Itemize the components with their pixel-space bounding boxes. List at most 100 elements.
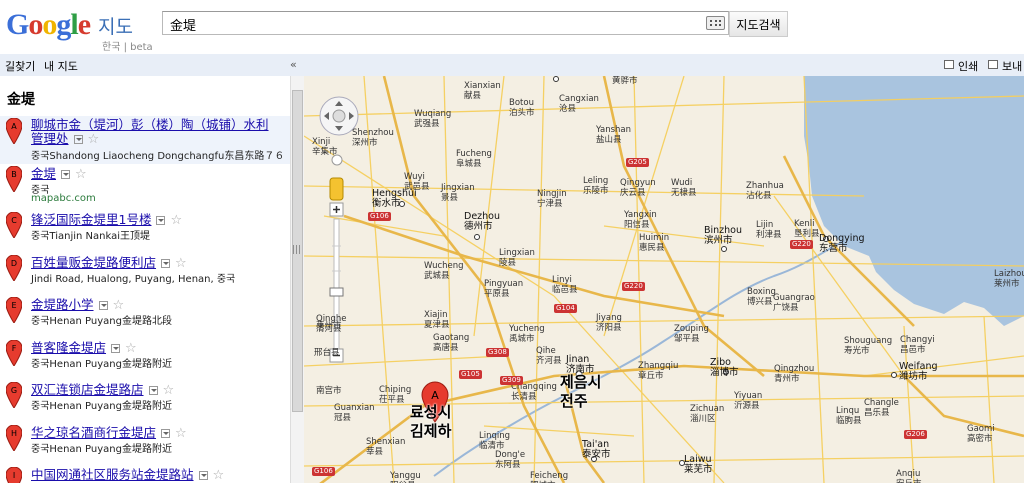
city-local-name: 泰安市 [582, 449, 611, 460]
zoom-slider-handle[interactable] [329, 287, 344, 297]
logo-product: 지도 [98, 16, 133, 38]
result-source-link[interactable]: mapabc.com [31, 193, 96, 204]
city-local-name: 冠县 [334, 413, 352, 423]
star-icon[interactable]: ☆ [125, 341, 137, 356]
result-title[interactable]: 普客隆金堤店 ☆ [31, 340, 137, 356]
star-icon[interactable]: ☆ [75, 167, 87, 182]
result-address: 중국Henan Puyang金堤路北段 [31, 316, 172, 327]
directions-link[interactable]: 길찾기 [5, 58, 35, 74]
city-local-name: 莱芜市 [684, 464, 713, 475]
my-maps-link[interactable]: 내 지도 [44, 58, 78, 74]
collapse-panel-icon[interactable]: « [290, 58, 297, 71]
result-title[interactable]: 聊城市金（堤河）彭（楼）陶（城铺）水利 [31, 117, 269, 132]
logo-letter: G [6, 8, 29, 41]
query-title: 金堤 [7, 92, 35, 108]
result-item-d[interactable]: D 百姓量贩金堤路便利店 ☆ Jindi Road, Hualong, Puyan… [0, 253, 290, 293]
send-link[interactable]: 보내 [1002, 58, 1022, 74]
options-dropdown-icon[interactable] [161, 259, 171, 268]
result-title[interactable]: 锋泛国际金堤里1号楼 ☆ [31, 212, 182, 228]
star-icon[interactable]: ☆ [175, 426, 187, 441]
options-dropdown-icon[interactable] [111, 344, 121, 353]
options-dropdown-icon[interactable] [73, 135, 83, 144]
marker-icon: A [6, 118, 22, 144]
city-name: Gaomi [967, 424, 995, 434]
result-item-g[interactable]: G 双汇连锁店金堤路店 ☆ 중국Henan Puyang金堤路附近 [0, 380, 290, 420]
city-local-name: 高密市 [967, 434, 993, 444]
keyboard-icon[interactable] [706, 16, 725, 30]
options-dropdown-icon[interactable] [148, 386, 158, 395]
result-item-f[interactable]: F 普客隆金堤店 ☆ 중국Henan Puyang金堤路附近 [0, 338, 290, 378]
email-icon[interactable] [988, 60, 998, 69]
bohai-sea [804, 76, 1024, 326]
options-dropdown-icon[interactable] [98, 301, 108, 310]
highway-shield: G220 [622, 282, 645, 291]
result-title-line2[interactable]: 管理处 ☆ [31, 131, 99, 147]
city-local-name: 博兴县 [747, 297, 773, 307]
print-icon[interactable] [944, 60, 954, 69]
city-local-name: 临朐县 [836, 416, 862, 426]
star-icon[interactable]: ☆ [170, 213, 182, 228]
city-name: Shouguang [844, 336, 893, 346]
result-item-c[interactable]: C 锋泛国际金堤里1号楼 ☆ 중국Tianjin Nankai王顶堤 [0, 210, 290, 250]
star-icon[interactable]: ☆ [88, 132, 100, 147]
result-item-b[interactable]: B 金堤 ☆ 중국 mapabc.com [0, 164, 290, 206]
results-scrollbar[interactable] [290, 76, 304, 483]
search-box[interactable] [162, 11, 729, 35]
options-dropdown-icon[interactable] [198, 471, 208, 480]
city-label: Qingyun 庆云县 [620, 178, 656, 198]
svg-text:D: D [11, 259, 17, 268]
search-input[interactable] [168, 14, 702, 34]
map-canvas[interactable]: A Xianxian 献县 Botou 泊头市 Cangxian 沧县 黄骅市 Wuqiang… [304, 76, 1024, 483]
city-label: Wuqiang 武强县 [414, 109, 451, 129]
result-title[interactable]: 华之琼名酒商行金堤店 ☆ [31, 425, 187, 441]
logo-letter: e [77, 8, 91, 41]
city-label: Linyi 临邑县 [552, 275, 578, 295]
options-dropdown-icon[interactable] [156, 216, 166, 225]
star-icon[interactable]: ☆ [113, 298, 125, 313]
city-local-name: 齐河县 [536, 356, 562, 366]
result-item-h[interactable]: H 华之琼名酒商行金堤店 ☆ 중국Henan Puyang金堤路附近 [0, 423, 290, 463]
result-item-a[interactable]: A 聊城市金（堤河）彭（楼）陶（城铺）水利 管理处 ☆ 중국Shandong Li… [0, 116, 290, 164]
city-label: Jiyang 济阳县 [596, 313, 622, 333]
pegman-icon[interactable] [329, 177, 344, 201]
panel-resize-grip[interactable]: ||| [292, 245, 301, 255]
search-maps-button[interactable]: 지도검색 [729, 11, 788, 37]
svg-text:C: C [11, 216, 17, 225]
city-label: Zichuan 淄川区 [690, 404, 724, 424]
city-label: Fucheng 阜城县 [456, 149, 492, 169]
options-dropdown-icon[interactable] [161, 429, 171, 438]
star-icon[interactable]: ☆ [175, 256, 187, 271]
result-item-e[interactable]: E 金堤路小学 ☆ 중국Henan Puyang金堤路北段 [0, 295, 290, 335]
result-title[interactable]: 双汇连锁店金堤路店 ☆ [31, 382, 174, 398]
city-label: Yucheng 禹城市 [509, 324, 545, 344]
city-name: Qingzhou [774, 364, 815, 374]
city-label: Zhanhua 沾化县 [746, 181, 784, 201]
result-item-i[interactable]: I 中国网通社区服务站金堤路站 ☆ [0, 465, 290, 483]
city-name: Yangxin [624, 210, 657, 220]
city-local-name: 章丘市 [638, 371, 664, 381]
result-address: 중국Henan Puyang金堤路附近 [31, 444, 172, 455]
result-title[interactable]: 金堤 ☆ [31, 166, 87, 182]
star-icon[interactable]: ☆ [213, 468, 225, 483]
result-title[interactable]: 中国网通社区服务站金堤路站 ☆ [31, 467, 224, 483]
city-local-name: 济阳县 [596, 323, 622, 333]
city-label: Laiwu 莱芜市 [684, 455, 713, 475]
city-local-name: 淄川区 [690, 414, 716, 424]
city-name: Anqiu [896, 469, 921, 479]
city-local-name: 昌乐县 [864, 408, 890, 418]
city-label: Changqing 长清县 [511, 382, 557, 402]
logo-letter: o [28, 8, 43, 41]
result-title[interactable]: 金堤路小学 ☆ [31, 297, 124, 313]
svg-text:H: H [11, 429, 17, 438]
star-icon[interactable]: ☆ [163, 383, 175, 398]
result-address: 중국Henan Puyang金堤路附近 [31, 401, 172, 412]
hand-icon[interactable] [332, 109, 346, 123]
city-label: Laizhou 莱州市 [994, 269, 1024, 289]
print-link[interactable]: 인쇄 [958, 58, 978, 74]
google-maps-logo[interactable]: Google 지도 한국 | beta [6, 8, 156, 53]
city-name: Dong'e [495, 450, 526, 460]
result-title[interactable]: 百姓量贩金堤路便利店 ☆ [31, 255, 187, 271]
city-name: Chiping [379, 385, 412, 395]
options-dropdown-icon[interactable] [61, 170, 71, 179]
city-local-name: 献县 [464, 91, 482, 101]
